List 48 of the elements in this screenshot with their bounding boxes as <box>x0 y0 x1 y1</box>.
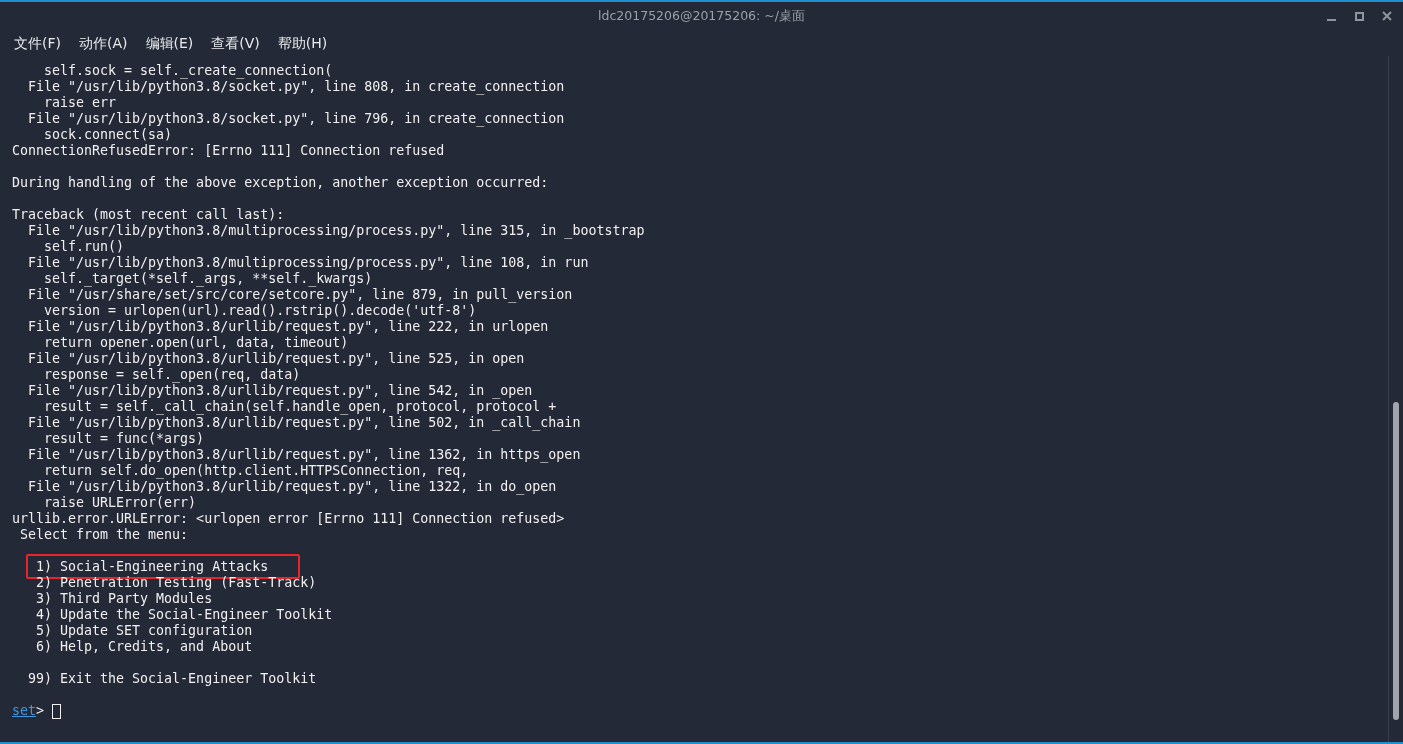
terminal-line: self.run() <box>43 239 125 254</box>
terminal-line: During handling of the above exception, another exception occurred: <box>12 175 549 190</box>
terminal-line: 5) Update SET configuration <box>35 623 253 638</box>
menu-item[interactable]: 编辑(E) <box>145 32 194 54</box>
terminal-line: File "/usr/lib/python3.8/urllib/request.py", line 542, in _open <box>27 383 533 398</box>
terminal-line: File "/usr/lib/python3.8/socket.py", line 796, in create_connection <box>27 111 565 126</box>
terminal-line: Select from the menu: <box>19 527 189 542</box>
scrollbar-thumb[interactable] <box>1392 402 1399 720</box>
terminal-line: Traceback (most recent call last): <box>12 207 285 222</box>
terminal-line: File "/usr/lib/python3.8/multiprocessing/process.py", line 315, in _bootstrap <box>27 223 645 238</box>
terminal-line: File "/usr/lib/python3.8/urllib/request.py", line 222, in urlopen <box>27 319 549 334</box>
menu-item[interactable]: 动作(A) <box>79 32 128 54</box>
minimize-icon <box>1326 19 1336 21</box>
terminal-line: return self.do_open(http.client.HTTPSConnection, req, <box>43 463 469 478</box>
terminal-line: File "/usr/share/set/src/core/setcore.py", line 879, in pull_version <box>27 287 573 302</box>
terminal-line: 99) Exit the Social-Engineer Toolkit <box>27 671 317 686</box>
text-cursor <box>52 703 62 719</box>
menu-item[interactable]: 帮助(H) <box>277 32 328 54</box>
terminal-line: File "/usr/lib/python3.8/urllib/request.py", line 1322, in do_open <box>27 479 557 494</box>
terminal-line: ConnectionRefusedError: [Errno 111] Connection refused <box>12 143 445 158</box>
terminal-line: File "/usr/lib/python3.8/socket.py", line 808, in create_connection <box>27 79 565 94</box>
terminal-line: result = func(*args) <box>43 431 205 446</box>
terminal-line: raise err <box>43 95 117 110</box>
terminal-line: version = urlopen(url).read().rstrip().decode('utf-8') <box>43 303 477 318</box>
prompt-link[interactable]: set <box>12 703 37 719</box>
window-title: ldc20175206@20175206: ~/桌面 <box>598 6 805 25</box>
terminal-line: sock.connect(sa) <box>43 127 173 142</box>
menu-item[interactable]: 文件(F) <box>14 32 61 54</box>
prompt-symbol: > <box>36 703 45 719</box>
terminal-line: File "/usr/lib/python3.8/urllib/request.py", line 1362, in https_open <box>27 447 581 462</box>
terminal-line: 6) Help, Credits, and About <box>35 639 253 654</box>
terminal-line: 4) Update the Social-Engineer Toolkit <box>35 607 333 622</box>
terminal-line: result = self._call_chain(self.handle_open, protocol, protocol + <box>43 399 557 414</box>
terminal-line: return opener.open(url, data, timeout) <box>43 335 349 350</box>
terminal-line: raise URLError(err) <box>43 495 197 510</box>
menu-item[interactable]: 查看(V) <box>211 32 260 54</box>
terminal-line: File "/usr/lib/python3.8/urllib/request.py", line 502, in _call_chain <box>27 415 581 430</box>
terminal-line: urllib.error.URLError: <urlopen error [Errno 111] Connection refused> <box>12 511 565 526</box>
terminal-line: 1) Social-Engineering Attacks <box>35 559 269 574</box>
terminal-line: self.sock = self._create_connection( <box>43 63 333 78</box>
terminal-line: self._target(*self._args, **self._kwargs) <box>43 271 373 286</box>
terminal-line: 3) Third Party Modules <box>35 591 213 606</box>
terminal-line: 2) Penetration Testing (Fast-Track) <box>35 575 317 590</box>
close-icon <box>1382 11 1392 21</box>
terminal-line: File "/usr/lib/python3.8/urllib/request.py", line 525, in open <box>27 351 525 366</box>
terminal-line: File "/usr/lib/python3.8/multiprocessing/process.py", line 108, in run <box>27 255 589 270</box>
maximize-icon <box>1354 11 1364 21</box>
terminal-line: response = self._open(req, data) <box>43 367 301 382</box>
